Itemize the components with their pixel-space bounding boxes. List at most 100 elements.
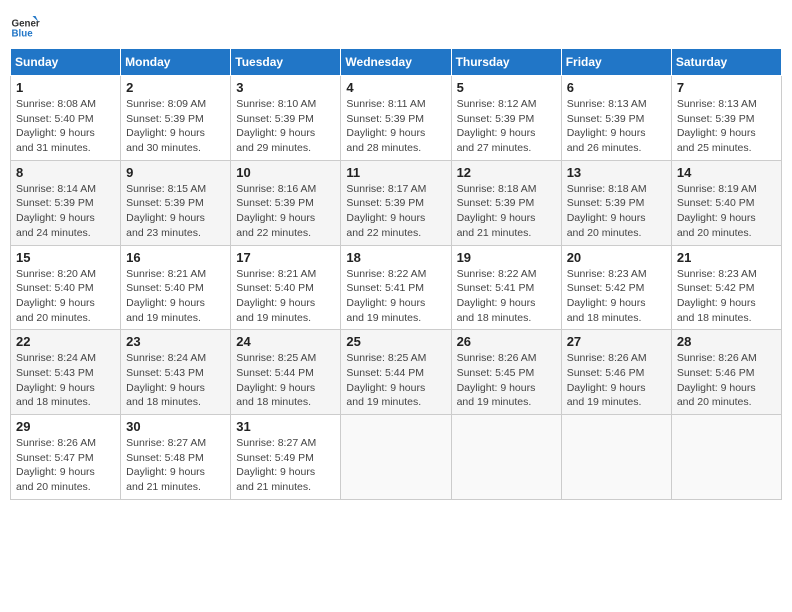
calendar-cell: 10 Sunrise: 8:16 AMSunset: 5:39 PMDayligh… xyxy=(231,160,341,245)
day-info: Sunrise: 8:14 AMSunset: 5:39 PMDaylight:… xyxy=(16,182,115,241)
day-number: 21 xyxy=(677,250,776,265)
calendar-cell: 24Sunrise: 8:25 AMSunset: 5:44 PMDayligh… xyxy=(231,330,341,415)
day-number: 26 xyxy=(457,334,556,349)
day-info: Sunrise: 8:08 AMSunset: 5:40 PMDaylight:… xyxy=(16,97,115,156)
day-number: 23 xyxy=(126,334,225,349)
day-info: Sunrise: 8:15 AMSunset: 5:39 PMDaylight:… xyxy=(126,182,225,241)
day-info: Sunrise: 8:21 AMSunset: 5:40 PMDaylight:… xyxy=(126,267,225,326)
calendar-cell: 12 Sunrise: 8:18 AMSunset: 5:39 PMDayligh… xyxy=(451,160,561,245)
calendar-cell: 23Sunrise: 8:24 AMSunset: 5:43 PMDayligh… xyxy=(121,330,231,415)
day-info: Sunrise: 8:18 AMSunset: 5:39 PMDaylight:… xyxy=(457,182,556,241)
day-info: Sunrise: 8:11 AMSunset: 5:39 PMDaylight:… xyxy=(346,97,445,156)
day-info: Sunrise: 8:12 AMSunset: 5:39 PMDaylight:… xyxy=(457,97,556,156)
day-info: Sunrise: 8:19 AMSunset: 5:40 PMDaylight:… xyxy=(677,182,776,241)
day-number: 2 xyxy=(126,80,225,95)
day-number: 28 xyxy=(677,334,776,349)
day-number: 1 xyxy=(16,80,115,95)
calendar-cell: 20 Sunrise: 8:23 AMSunset: 5:42 PMDayligh… xyxy=(561,245,671,330)
day-number: 12 xyxy=(457,165,556,180)
calendar-cell: 4 Sunrise: 8:11 AMSunset: 5:39 PMDaylight… xyxy=(341,76,451,161)
logo-icon: General Blue xyxy=(10,10,40,40)
calendar-cell xyxy=(341,415,451,500)
day-number: 18 xyxy=(346,250,445,265)
day-info: Sunrise: 8:16 AMSunset: 5:39 PMDaylight:… xyxy=(236,182,335,241)
calendar-week-4: 22 Sunrise: 8:24 AMSunset: 5:43 PMDayligh… xyxy=(11,330,782,415)
calendar-week-5: 29 Sunrise: 8:26 AMSunset: 5:47 PMDayligh… xyxy=(11,415,782,500)
calendar-cell: 7Sunrise: 8:13 AMSunset: 5:39 PMDaylight… xyxy=(671,76,781,161)
calendar-cell: 29 Sunrise: 8:26 AMSunset: 5:47 PMDayligh… xyxy=(11,415,121,500)
calendar-cell: 17Sunrise: 8:21 AMSunset: 5:40 PMDayligh… xyxy=(231,245,341,330)
calendar-cell: 6 Sunrise: 8:13 AMSunset: 5:39 PMDaylight… xyxy=(561,76,671,161)
day-number: 27 xyxy=(567,334,666,349)
calendar-cell: 3 Sunrise: 8:10 AMSunset: 5:39 PMDaylight… xyxy=(231,76,341,161)
day-number: 13 xyxy=(567,165,666,180)
day-number: 24 xyxy=(236,334,335,349)
day-info: Sunrise: 8:26 AMSunset: 5:45 PMDaylight:… xyxy=(457,351,556,410)
day-info: Sunrise: 8:27 AMSunset: 5:48 PMDaylight:… xyxy=(126,436,225,495)
day-info: Sunrise: 8:23 AMSunset: 5:42 PMDaylight:… xyxy=(677,267,776,326)
day-info: Sunrise: 8:18 AMSunset: 5:39 PMDaylight:… xyxy=(567,182,666,241)
day-info: Sunrise: 8:26 AMSunset: 5:47 PMDaylight:… xyxy=(16,436,115,495)
calendar-body: 1 Sunrise: 8:08 AMSunset: 5:40 PMDaylight… xyxy=(11,76,782,500)
calendar-cell: 15 Sunrise: 8:20 AMSunset: 5:40 PMDayligh… xyxy=(11,245,121,330)
day-number: 15 xyxy=(16,250,115,265)
day-header-thursday: Thursday xyxy=(451,49,561,76)
calendar-week-2: 8 Sunrise: 8:14 AMSunset: 5:39 PMDaylight… xyxy=(11,160,782,245)
day-info: Sunrise: 8:13 AMSunset: 5:39 PMDaylight:… xyxy=(567,97,666,156)
day-number: 25 xyxy=(346,334,445,349)
day-header-sunday: Sunday xyxy=(11,49,121,76)
calendar-cell: 21 Sunrise: 8:23 AMSunset: 5:42 PMDayligh… xyxy=(671,245,781,330)
day-number: 29 xyxy=(16,419,115,434)
day-info: Sunrise: 8:22 AMSunset: 5:41 PMDaylight:… xyxy=(346,267,445,326)
calendar-cell xyxy=(561,415,671,500)
day-number: 19 xyxy=(457,250,556,265)
day-number: 8 xyxy=(16,165,115,180)
calendar-cell xyxy=(671,415,781,500)
day-info: Sunrise: 8:24 AMSunset: 5:43 PMDaylight:… xyxy=(16,351,115,410)
day-header-monday: Monday xyxy=(121,49,231,76)
day-info: Sunrise: 8:26 AMSunset: 5:46 PMDaylight:… xyxy=(677,351,776,410)
calendar-cell: 16 Sunrise: 8:21 AMSunset: 5:40 PMDayligh… xyxy=(121,245,231,330)
day-number: 14 xyxy=(677,165,776,180)
calendar-cell: 19 Sunrise: 8:22 AMSunset: 5:41 PMDayligh… xyxy=(451,245,561,330)
day-number: 5 xyxy=(457,80,556,95)
day-info: Sunrise: 8:22 AMSunset: 5:41 PMDaylight:… xyxy=(457,267,556,326)
logo: General Blue xyxy=(10,10,40,40)
day-info: Sunrise: 8:17 AMSunset: 5:39 PMDaylight:… xyxy=(346,182,445,241)
calendar-cell: 27 Sunrise: 8:26 AMSunset: 5:46 PMDayligh… xyxy=(561,330,671,415)
calendar-cell: 2 Sunrise: 8:09 AMSunset: 5:39 PMDaylight… xyxy=(121,76,231,161)
calendar-week-3: 15 Sunrise: 8:20 AMSunset: 5:40 PMDayligh… xyxy=(11,245,782,330)
calendar-cell: 5 Sunrise: 8:12 AMSunset: 5:39 PMDaylight… xyxy=(451,76,561,161)
calendar-cell: 14 Sunrise: 8:19 AMSunset: 5:40 PMDayligh… xyxy=(671,160,781,245)
calendar-cell: 26 Sunrise: 8:26 AMSunset: 5:45 PMDayligh… xyxy=(451,330,561,415)
day-info: Sunrise: 8:21 AMSunset: 5:40 PMDaylight:… xyxy=(236,267,335,326)
calendar-table: SundayMondayTuesdayWednesdayThursdayFrid… xyxy=(10,48,782,500)
day-number: 20 xyxy=(567,250,666,265)
day-info: Sunrise: 8:26 AMSunset: 5:46 PMDaylight:… xyxy=(567,351,666,410)
day-number: 22 xyxy=(16,334,115,349)
calendar-cell: 31Sunrise: 8:27 AMSunset: 5:49 PMDayligh… xyxy=(231,415,341,500)
day-info: Sunrise: 8:10 AMSunset: 5:39 PMDaylight:… xyxy=(236,97,335,156)
calendar-cell: 25 Sunrise: 8:25 AMSunset: 5:44 PMDayligh… xyxy=(341,330,451,415)
calendar-cell: 11 Sunrise: 8:17 AMSunset: 5:39 PMDayligh… xyxy=(341,160,451,245)
day-number: 4 xyxy=(346,80,445,95)
day-info: Sunrise: 8:23 AMSunset: 5:42 PMDaylight:… xyxy=(567,267,666,326)
day-number: 11 xyxy=(346,165,445,180)
calendar-header-row: SundayMondayTuesdayWednesdayThursdayFrid… xyxy=(11,49,782,76)
day-info: Sunrise: 8:09 AMSunset: 5:39 PMDaylight:… xyxy=(126,97,225,156)
day-header-friday: Friday xyxy=(561,49,671,76)
day-number: 16 xyxy=(126,250,225,265)
day-info: Sunrise: 8:20 AMSunset: 5:40 PMDaylight:… xyxy=(16,267,115,326)
day-number: 7 xyxy=(677,80,776,95)
calendar-cell: 22 Sunrise: 8:24 AMSunset: 5:43 PMDayligh… xyxy=(11,330,121,415)
day-number: 10 xyxy=(236,165,335,180)
calendar-cell: 9Sunrise: 8:15 AMSunset: 5:39 PMDaylight… xyxy=(121,160,231,245)
day-header-wednesday: Wednesday xyxy=(341,49,451,76)
day-number: 3 xyxy=(236,80,335,95)
calendar-cell: 18 Sunrise: 8:22 AMSunset: 5:41 PMDayligh… xyxy=(341,245,451,330)
day-info: Sunrise: 8:27 AMSunset: 5:49 PMDaylight:… xyxy=(236,436,335,495)
day-number: 6 xyxy=(567,80,666,95)
calendar-week-1: 1 Sunrise: 8:08 AMSunset: 5:40 PMDaylight… xyxy=(11,76,782,161)
day-info: Sunrise: 8:25 AMSunset: 5:44 PMDaylight:… xyxy=(346,351,445,410)
calendar-cell: 8 Sunrise: 8:14 AMSunset: 5:39 PMDaylight… xyxy=(11,160,121,245)
